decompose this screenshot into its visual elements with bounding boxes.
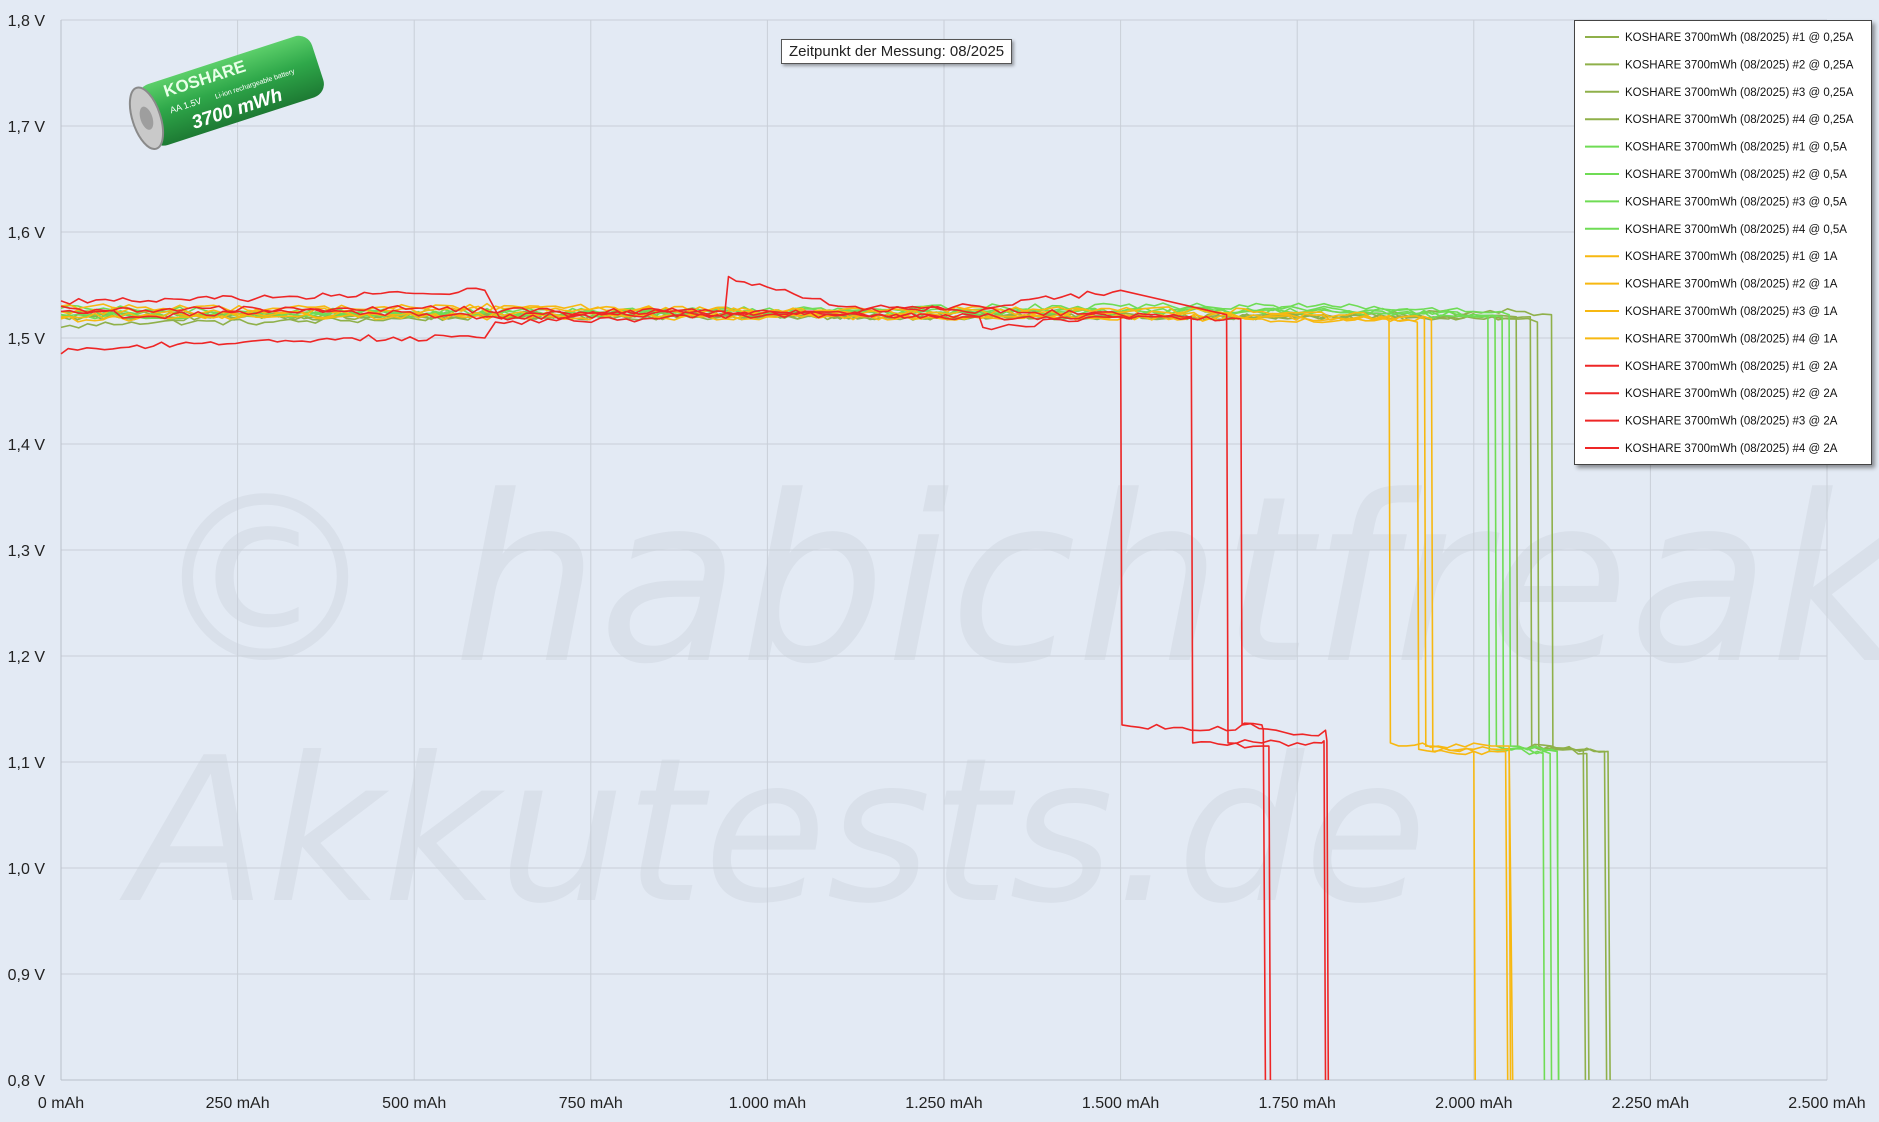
y-tick-label: 0,8 V [8,1073,46,1090]
legend-label: KOSHARE 3700mWh (08/2025) #3 @ 0,25A [1625,87,1854,99]
y-tick-label: 1,8 V [8,13,46,30]
x-tick-label: 750 mAh [559,1095,623,1112]
legend-label: KOSHARE 3700mWh (08/2025) #1 @ 2A [1625,361,1838,373]
x-tick-label: 2.500 mAh [1788,1095,1865,1112]
y-tick-label: 1,6 V [8,225,46,242]
x-tick-label: 2.250 mAh [1612,1095,1689,1112]
legend-label: KOSHARE 3700mWh (08/2025) #2 @ 0,25A [1625,59,1854,71]
y-tick-label: 1,3 V [8,543,46,560]
legend-label: KOSHARE 3700mWh (08/2025) #1 @ 1A [1625,251,1838,263]
legend-label: KOSHARE 3700mWh (08/2025) #4 @ 0,25A [1625,114,1854,126]
legend-label: KOSHARE 3700mWh (08/2025) #3 @ 2A [1625,416,1838,428]
x-tick-label: 1.250 mAh [905,1095,982,1112]
y-tick-label: 1,1 V [8,755,46,772]
y-tick-label: 1,0 V [8,861,46,878]
watermark-line-1: © habichtfreak [150,448,1879,715]
legend-label: KOSHARE 3700mWh (08/2025) #3 @ 1A [1625,306,1838,318]
y-tick-label: 1,4 V [8,437,46,454]
x-tick-label: 0 mAh [38,1095,84,1112]
legend-label: KOSHARE 3700mWh (08/2025) #1 @ 0,5A [1625,142,1847,154]
y-tick-label: 1,2 V [8,649,46,666]
legend-label: KOSHARE 3700mWh (08/2025) #3 @ 0,5A [1625,196,1847,208]
watermark-line-2: Akkutests.de [119,715,1427,948]
legend-label: KOSHARE 3700mWh (08/2025) #2 @ 0,5A [1625,169,1847,181]
legend-label: KOSHARE 3700mWh (08/2025) #2 @ 1A [1625,279,1838,291]
x-tick-label: 1.750 mAh [1259,1095,1336,1112]
x-tick-label: 250 mAh [206,1095,270,1112]
y-tick-label: 1,5 V [8,331,46,348]
legend-label: KOSHARE 3700mWh (08/2025) #4 @ 0,5A [1625,224,1847,236]
watermark: © habichtfreak Akkutests.de [119,448,1879,948]
y-tick-label: 0,9 V [8,967,46,984]
x-tick-label: 1.500 mAh [1082,1095,1159,1112]
battery-badge: KOSHARE AA 1.5V Li-ion rechargeable batt… [128,35,324,150]
x-tick-label: 500 mAh [382,1095,446,1112]
legend-label: KOSHARE 3700mWh (08/2025) #4 @ 1A [1625,333,1838,345]
legend-label: KOSHARE 3700mWh (08/2025) #1 @ 0,25A [1625,32,1854,44]
legend-label: KOSHARE 3700mWh (08/2025) #4 @ 2A [1625,443,1838,455]
y-tick-label: 1,7 V [8,119,46,136]
legend: KOSHARE 3700mWh (08/2025) #1 @ 0,25A KOSH… [1574,20,1872,465]
x-tick-label: 2.000 mAh [1435,1095,1512,1112]
measurement-date-note: Zeitpunkt der Messung: 08/2025 [781,39,1013,64]
legend-label: KOSHARE 3700mWh (08/2025) #2 @ 2A [1625,388,1838,400]
x-tick-label: 1.000 mAh [729,1095,806,1112]
